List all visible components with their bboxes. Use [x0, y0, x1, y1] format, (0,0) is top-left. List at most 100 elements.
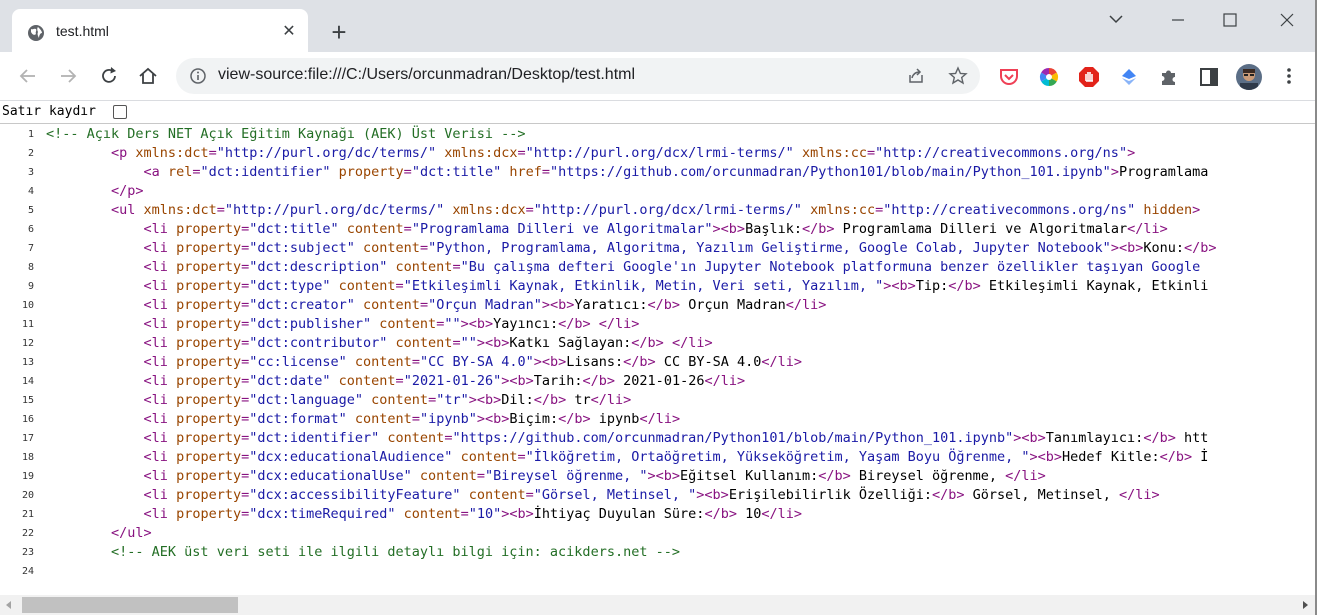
source-line: 2 <p xmlns:dct="http://purl.org/dc/terms… [0, 143, 1317, 162]
code-token: = [216, 202, 225, 218]
code-token: = [241, 354, 250, 370]
code-token: content [395, 506, 461, 522]
avatar-icon[interactable] [1236, 64, 1262, 90]
code-token: hidden [1135, 202, 1193, 218]
code-token: property [176, 392, 242, 408]
share-icon[interactable] [906, 66, 926, 86]
code-token: "dct:title" [411, 164, 502, 180]
side-panel-icon[interactable] [1198, 66, 1220, 88]
code-token: content [379, 430, 445, 446]
drive-icon[interactable] [1118, 66, 1140, 88]
line-number: 13 [21, 357, 34, 368]
source-line: 8 <li property="dct:description" content… [0, 257, 1317, 276]
code-token: Başlık: [745, 221, 802, 237]
code-token: ><b> [1013, 430, 1046, 446]
code-token: </li> [671, 335, 713, 351]
home-icon[interactable] [136, 64, 160, 88]
line-wrap-label: Satır kaydır [2, 104, 96, 119]
code-token: ><b> [712, 221, 746, 237]
line-number: 20 [21, 490, 34, 501]
line-wrap-checkbox[interactable] [113, 105, 127, 119]
code-token: = [428, 392, 437, 408]
scroll-right-arrow-icon[interactable] [1300, 600, 1310, 610]
code-token: "dct:type" [249, 278, 331, 294]
line-content: <ul xmlns:dct="http://purl.org/dc/terms/… [46, 202, 1200, 218]
line-content: <p xmlns:dct="http://purl.org/dc/terms/"… [46, 145, 1135, 161]
code-token: "dct:description" [249, 259, 388, 275]
kebab-menu-icon[interactable] [1278, 64, 1300, 88]
code-token: 2021-01-26 [615, 373, 705, 389]
reload-icon[interactable] [97, 64, 121, 88]
code-token: </b> [1143, 430, 1176, 446]
tab-title: test.html [56, 23, 109, 39]
source-line: 4 </p> [0, 181, 1317, 200]
maximize-icon[interactable] [1210, 8, 1250, 32]
chevron-down-icon[interactable] [1096, 8, 1136, 32]
code-token: ><b> [476, 411, 510, 427]
code-token: content [330, 278, 396, 294]
scrollbar-thumb[interactable] [22, 597, 238, 613]
code-token: <li [143, 468, 177, 484]
code-token: ipynb [590, 411, 640, 427]
code-token: content [330, 373, 396, 389]
line-content: <li property="dcx:accessibilityFeature" … [46, 487, 1160, 503]
code-token: Hedef Kitle: [1062, 449, 1160, 465]
line-number: 8 [27, 262, 34, 273]
code-token: = [241, 506, 250, 522]
code-token: İhtiyaç Duyulan Süre: [533, 506, 705, 522]
code-token: "dcx:timeRequired" [249, 506, 396, 522]
code-token: = [403, 221, 412, 237]
line-number: 11 [21, 319, 34, 330]
url-text[interactable]: view-source:file:///C:/Users/orcunmadran… [218, 66, 635, 84]
code-token: "Programlama Dilleri ve Algoritmalar" [411, 221, 713, 237]
code-token: Tarih: [533, 373, 583, 389]
code-token: Yaratıcı: [574, 297, 648, 313]
source-line: 24 [0, 561, 1317, 580]
close-icon[interactable]: ✕ [280, 23, 298, 41]
code-token: = [241, 411, 250, 427]
puzzle-icon[interactable] [1158, 66, 1180, 88]
address-bar[interactable]: view-source:file:///C:/Users/orcunmadran… [176, 58, 980, 94]
plus-icon[interactable]: + [326, 19, 352, 46]
tab-active[interactable]: test.html ✕ [12, 9, 308, 52]
code-token: </b> [623, 354, 656, 370]
code-token: ><b> [501, 373, 534, 389]
adblock-icon[interactable] [1078, 66, 1100, 88]
line-number: 21 [21, 509, 34, 520]
star-icon[interactable] [948, 66, 968, 86]
line-content: <li property="dcx:educationalUse" conten… [46, 468, 1046, 484]
line-number: 2 [27, 148, 34, 159]
line-content: <li property="dct:language" content="tr"… [46, 392, 632, 408]
code-token: </li> [785, 297, 827, 313]
forward-arrow-icon[interactable] [56, 64, 80, 88]
code-token: </li> [590, 392, 632, 408]
code-token: content [354, 240, 420, 256]
minimize-icon[interactable] [1158, 8, 1198, 32]
line-content: </p> [46, 183, 144, 199]
code-token: "dct:title" [249, 221, 339, 237]
info-icon[interactable] [189, 67, 207, 85]
code-token: </b> [558, 411, 591, 427]
pocket-icon[interactable] [998, 66, 1020, 88]
code-token: <li [143, 240, 177, 256]
code-token: = [241, 487, 250, 503]
close-icon[interactable] [1267, 8, 1307, 32]
source-line: 9 <li property="dct:type" content="Etkil… [0, 276, 1317, 295]
scroll-left-arrow-icon[interactable] [4, 600, 14, 610]
code-token: > [1192, 202, 1201, 218]
horizontal-scrollbar[interactable] [0, 595, 1317, 615]
code-token: <li [143, 278, 177, 294]
code-token: ><b> [501, 506, 534, 522]
source-line: 14 <li property="dct:date" content="2021… [0, 371, 1317, 390]
code-token: </li> [1127, 221, 1168, 237]
color-wheel-icon[interactable] [1038, 66, 1060, 88]
code-token: xmlns:dct [143, 202, 217, 218]
line-content: <li property="cc:license" content="CC BY… [46, 354, 802, 370]
code-token: <ul [111, 202, 144, 218]
source-view[interactable]: 1 <!-- Açık Ders NET Açık Eğitim Kaynağı … [0, 124, 1317, 594]
back-arrow-icon[interactable] [16, 64, 40, 88]
code-token: "https://github.com/orcunmadran/Python10… [452, 430, 1014, 446]
